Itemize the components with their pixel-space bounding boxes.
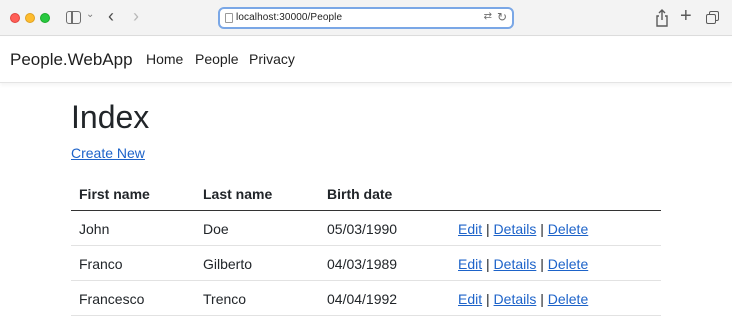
action-separator: | <box>486 221 490 237</box>
page-icon <box>225 13 233 23</box>
table-row: Franco Gilberto 04/03/1989 Edit | Detail… <box>71 246 661 281</box>
edit-link[interactable]: Edit <box>458 256 482 272</box>
edit-link[interactable]: Edit <box>458 221 482 237</box>
translate-icon[interactable]: ⇄ <box>484 11 492 22</box>
last-name-cell: Doe <box>203 221 229 237</box>
app-navbar: People.WebApp Home People Privacy <box>0 37 732 83</box>
column-header-birth-date: Birth date <box>327 186 393 202</box>
table-row: John Doe 05/03/1990 Edit | Details | Del… <box>71 211 661 246</box>
zoom-window-button[interactable] <box>40 13 50 23</box>
nav-privacy-link[interactable]: Privacy <box>249 51 295 67</box>
delete-link[interactable]: Delete <box>548 291 588 307</box>
forward-arrow-icon[interactable]: › <box>133 6 139 26</box>
share-icon[interactable] <box>655 9 669 27</box>
birth-date-cell: 05/03/1990 <box>327 221 398 237</box>
back-arrow-icon[interactable]: ‹ <box>108 6 114 26</box>
create-new-link[interactable]: Create New <box>71 145 145 161</box>
column-header-last-name: Last name <box>203 186 273 202</box>
url-text[interactable]: localhost:30000/People <box>236 12 342 23</box>
details-link[interactable]: Details <box>494 221 537 237</box>
first-name-cell: Francesco <box>79 291 145 307</box>
close-window-button[interactable] <box>10 13 20 23</box>
action-separator: | <box>486 291 490 307</box>
sidebar-toggle-icon[interactable] <box>66 11 81 24</box>
row-actions: Edit | Details | Delete <box>458 256 588 272</box>
browser-toolbar: ⌄ ‹ › localhost:30000/People ⇄ ↻ + <box>0 0 732 36</box>
chevron-down-icon[interactable]: ⌄ <box>86 9 94 20</box>
brand-link[interactable]: People.WebApp <box>10 50 133 70</box>
action-separator: | <box>540 256 544 272</box>
page-title: Index <box>71 99 150 135</box>
birth-date-cell: 04/03/1989 <box>327 256 398 272</box>
minimize-window-button[interactable] <box>25 13 35 23</box>
nav-people-link[interactable]: People <box>195 51 239 67</box>
details-link[interactable]: Details <box>494 291 537 307</box>
table-header-row: First name Last name Birth date <box>71 176 661 211</box>
nav-home-link[interactable]: Home <box>146 51 183 67</box>
action-separator: | <box>540 221 544 237</box>
delete-link[interactable]: Delete <box>548 221 588 237</box>
first-name-cell: Franco <box>79 256 123 272</box>
last-name-cell: Gilberto <box>203 256 253 272</box>
row-actions: Edit | Details | Delete <box>458 221 588 237</box>
birth-date-cell: 04/04/1992 <box>327 291 398 307</box>
row-actions: Edit | Details | Delete <box>458 291 588 307</box>
reload-icon[interactable]: ↻ <box>497 10 507 24</box>
new-tab-icon[interactable]: + <box>680 5 692 27</box>
tab-overview-icon[interactable] <box>706 11 719 24</box>
action-separator: | <box>540 291 544 307</box>
last-name-cell: Trenco <box>203 291 247 307</box>
delete-link[interactable]: Delete <box>548 256 588 272</box>
table-row: Francesco Trenco 04/04/1992 Edit | Detai… <box>71 281 661 316</box>
details-link[interactable]: Details <box>494 256 537 272</box>
first-name-cell: John <box>79 221 110 237</box>
column-header-first-name: First name <box>79 186 150 202</box>
address-bar[interactable]: localhost:30000/People ⇄ ↻ <box>218 7 514 29</box>
edit-link[interactable]: Edit <box>458 291 482 307</box>
action-separator: | <box>486 256 490 272</box>
